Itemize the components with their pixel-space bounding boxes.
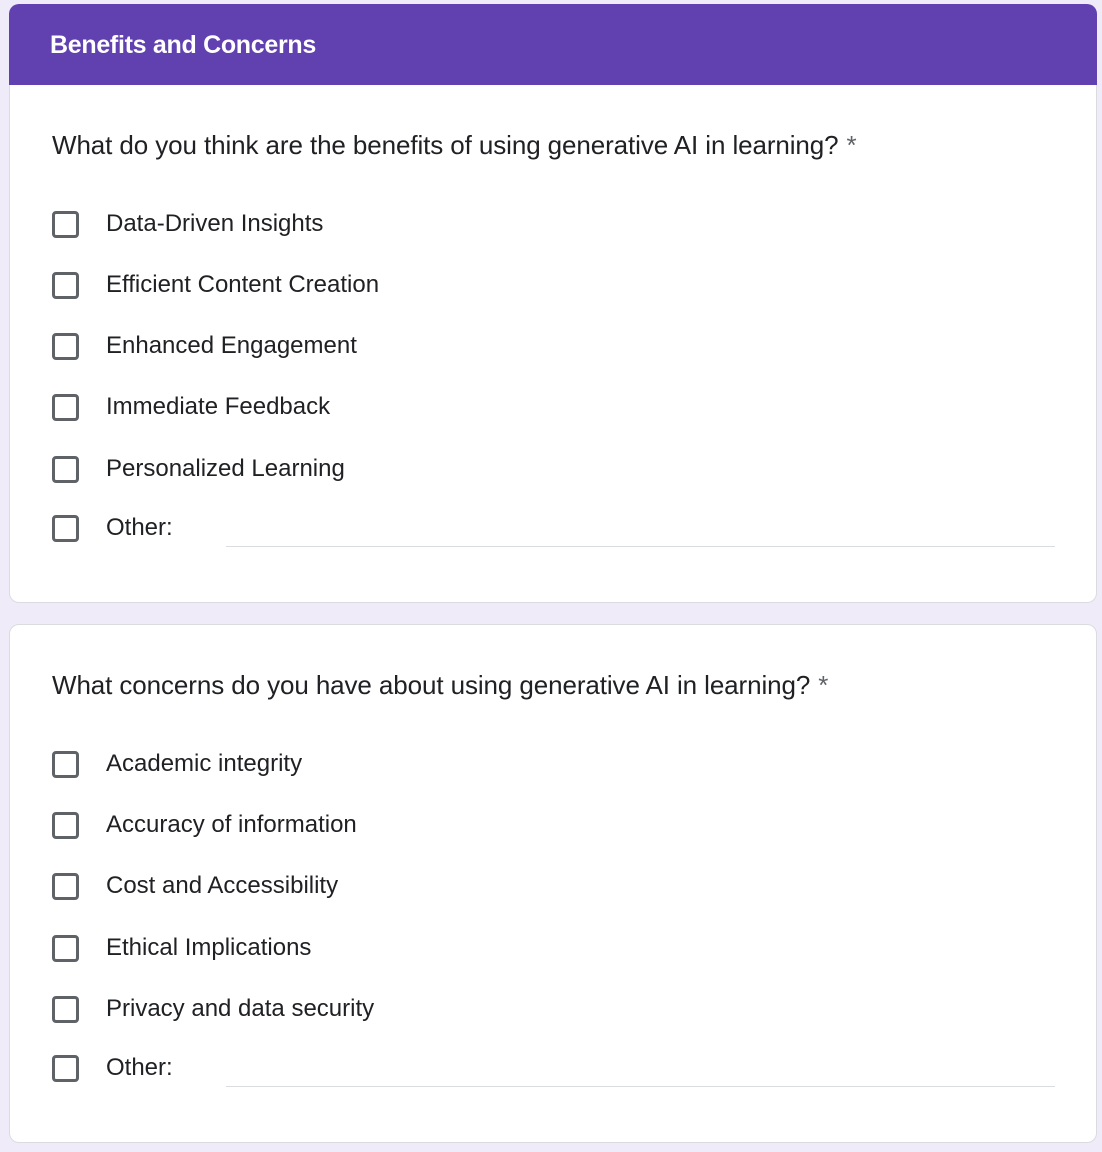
option-label: Privacy and data security [106, 995, 375, 1022]
other-text-input[interactable] [226, 1053, 1055, 1087]
checkbox[interactable] [52, 393, 79, 421]
checkbox[interactable] [52, 995, 79, 1023]
question-text: What do you think are the benefits of us… [52, 130, 839, 160]
option-enhanced-engagement[interactable]: Enhanced Engagement [52, 329, 357, 363]
question-title-concerns: What concerns do you have about using ge… [52, 669, 828, 701]
question-card-concerns: What concerns do you have about using ge… [9, 624, 1097, 1143]
option-label: Other: [106, 1054, 173, 1081]
option-label: Data-Driven Insights [106, 210, 324, 237]
checkbox[interactable] [52, 872, 79, 900]
checkbox[interactable] [52, 934, 79, 962]
option-accuracy-of-information[interactable]: Accuracy of information [52, 808, 357, 842]
option-label: Personalized Learning [106, 455, 345, 482]
other-text-input[interactable] [226, 513, 1055, 547]
option-personalized-learning[interactable]: Personalized Learning [52, 452, 345, 486]
option-efficient-content-creation[interactable]: Efficient Content Creation [52, 268, 379, 302]
section-header: Benefits and Concerns [9, 4, 1097, 85]
option-label: Ethical Implications [106, 934, 312, 961]
question-text: What concerns do you have about using ge… [52, 670, 811, 700]
option-label: Immediate Feedback [106, 393, 331, 420]
required-asterisk: * [818, 670, 829, 700]
option-cost-and-accessibility[interactable]: Cost and Accessibility [52, 869, 338, 903]
option-label: Accuracy of information [106, 811, 357, 838]
option-immediate-feedback[interactable]: Immediate Feedback [52, 390, 330, 424]
option-label: Enhanced Engagement [106, 332, 357, 359]
checkbox[interactable] [52, 271, 79, 299]
option-data-driven-insights[interactable]: Data-Driven Insights [52, 207, 323, 241]
section-title: Benefits and Concerns [50, 31, 316, 59]
option-privacy-and-data-security[interactable]: Privacy and data security [52, 992, 374, 1026]
option-label: Cost and Accessibility [106, 872, 339, 899]
checkbox[interactable] [52, 1054, 79, 1082]
required-asterisk: * [846, 130, 857, 160]
option-other[interactable]: Other: [52, 1051, 173, 1085]
checkbox[interactable] [52, 210, 79, 238]
option-other[interactable]: Other: [52, 511, 173, 545]
option-label: Efficient Content Creation [106, 271, 380, 298]
question-title-benefits: What do you think are the benefits of us… [52, 129, 857, 161]
option-label: Other: [106, 514, 173, 541]
option-label: Academic integrity [106, 750, 303, 777]
checkbox[interactable] [52, 750, 79, 778]
checkbox[interactable] [52, 455, 79, 483]
question-card-benefits: What do you think are the benefits of us… [9, 85, 1097, 603]
option-academic-integrity[interactable]: Academic integrity [52, 747, 302, 781]
option-ethical-implications[interactable]: Ethical Implications [52, 931, 311, 965]
checkbox[interactable] [52, 514, 79, 542]
checkbox[interactable] [52, 811, 79, 839]
checkbox[interactable] [52, 332, 79, 360]
